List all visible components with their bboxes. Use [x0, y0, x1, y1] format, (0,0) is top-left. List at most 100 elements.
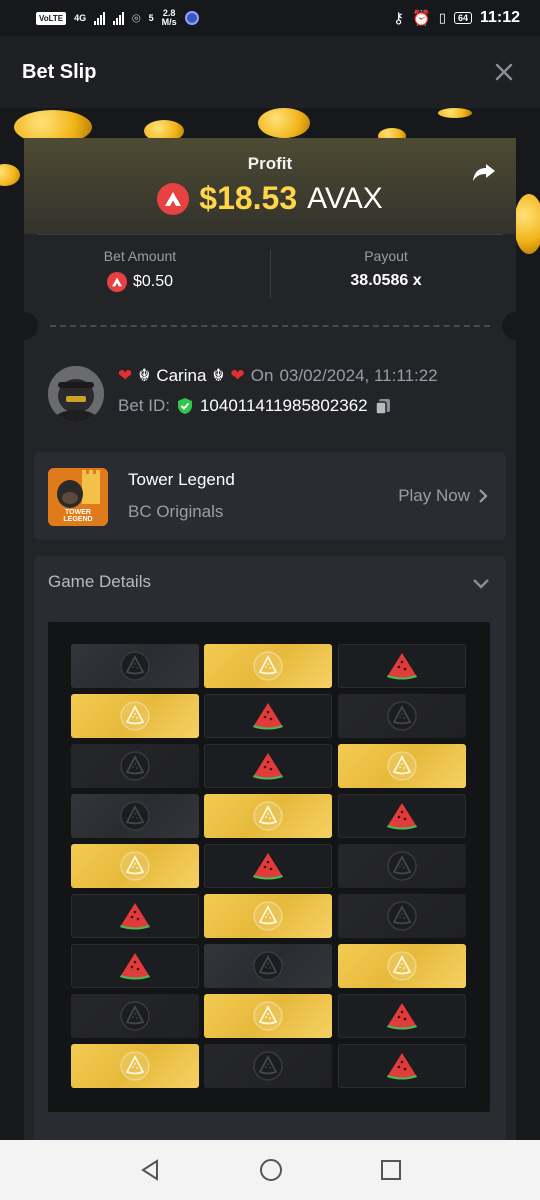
melon-slice-icon: [120, 1051, 150, 1081]
payout-label: Payout: [364, 248, 408, 264]
vibrate-icon: ▯: [438, 10, 446, 25]
melon-slice-icon: [387, 701, 417, 731]
board-tile-melon: [338, 794, 466, 838]
melon-slice-icon: [253, 901, 283, 931]
game-thumb-text: TOWER LEGEND: [63, 509, 93, 523]
network-type: 4G: [74, 12, 87, 23]
game-card[interactable]: TOWER LEGEND Tower Legend BC Originals P…: [34, 452, 506, 540]
share-icon[interactable]: [470, 158, 498, 186]
board-tile-melon: [338, 1044, 466, 1088]
game-board: [48, 622, 490, 1112]
board-tile-dim2: [204, 1044, 332, 1088]
melon-slice-icon: [387, 901, 417, 931]
play-now-button[interactable]: Play Now: [398, 486, 488, 506]
melon-slice-icon: [120, 801, 150, 831]
username[interactable]: Carina: [156, 366, 206, 386]
chevron-right-icon: [479, 489, 488, 503]
divider: [38, 234, 502, 235]
coin-decoration: [514, 194, 540, 254]
bet-ticket: Profit $18.53 AVAX Bet Amount $0.50 Payo…: [10, 138, 530, 1140]
profit-currency: AVAX: [307, 181, 383, 215]
system-nav-bar: [0, 1140, 540, 1200]
heart-icon: ❤: [230, 366, 245, 385]
melon-slice-icon: [120, 851, 150, 881]
recents-icon[interactable]: [380, 1159, 402, 1181]
board-tile-dim2: [71, 994, 199, 1038]
board-tile-dim2: [338, 894, 466, 938]
board-tile-dim: [71, 794, 199, 838]
bet-slip-body: Profit $18.53 AVAX Bet Amount $0.50 Payo…: [0, 108, 540, 1140]
game-details-title[interactable]: Game Details: [48, 572, 151, 592]
watermelon-icon: [387, 803, 417, 830]
board-tile-gold: [204, 894, 332, 938]
chevron-down-icon[interactable]: [472, 574, 490, 592]
melon-slice-icon: [387, 751, 417, 781]
game-details-section: Game Details: [34, 556, 506, 1140]
bet-id-label: Bet ID:: [118, 396, 170, 415]
melon-slice-icon: [253, 801, 283, 831]
payout-block: Payout 38.0586 x: [270, 248, 502, 290]
ticket-notch-right: [502, 312, 530, 340]
watermelon-icon: [253, 753, 283, 780]
avax-icon: [157, 182, 190, 215]
watermelon-icon: [120, 953, 150, 980]
board-tile-melon: [204, 694, 332, 738]
play-now-label: Play Now: [398, 486, 470, 505]
coin-decoration: [438, 108, 472, 118]
close-button[interactable]: [490, 58, 518, 86]
board-tile-dim2: [338, 844, 466, 888]
signal-icon: [94, 11, 106, 25]
verified-shield-icon: [177, 398, 192, 414]
clock: 11:12: [479, 9, 520, 26]
board-tile-dim: [71, 644, 199, 688]
board-tile-gold: [71, 694, 199, 738]
emblem-icon: ☬: [212, 366, 225, 385]
volte-badge: VoLTE: [36, 11, 67, 25]
bet-date: 03/02/2024, 11:11:22: [279, 366, 438, 385]
board-tile-melon: [71, 944, 199, 988]
watermelon-icon: [253, 853, 283, 880]
avatar[interactable]: [48, 366, 104, 422]
bet-amount-block: Bet Amount $0.50: [24, 248, 256, 292]
melon-slice-icon: [253, 1001, 283, 1031]
date-prefix: On: [250, 366, 274, 385]
back-icon[interactable]: [138, 1158, 162, 1182]
copy-icon[interactable]: [374, 397, 392, 415]
signal-icon-2: [113, 11, 125, 25]
user-row: ❤ ☬ Carina ☬ ❤ On 03/02/2024, 11:11:22 B…: [48, 366, 488, 426]
watermelon-icon: [387, 653, 417, 680]
battery-icon: 64: [453, 12, 472, 24]
board-tile-gold: [204, 644, 332, 688]
board-tile-melon: [204, 744, 332, 788]
watermelon-icon: [253, 703, 283, 730]
melon-slice-icon: [253, 951, 283, 981]
watermelon-icon: [120, 903, 150, 930]
bet-amount-value: $0.50: [132, 273, 174, 290]
bet-slip-header: Bet Slip: [0, 36, 540, 108]
board-tile-gold: [204, 794, 332, 838]
melon-slice-icon: [120, 651, 150, 681]
board-tile-dim: [204, 944, 332, 988]
payout-value: 38.0586 x: [350, 272, 422, 289]
profit-label: Profit: [247, 154, 293, 173]
board-tile-melon: [338, 994, 466, 1038]
profit-panel: Profit $18.53 AVAX: [24, 138, 516, 234]
ticket-notch-left: [10, 312, 38, 340]
board-tile-melon: [204, 844, 332, 888]
melon-slice-icon: [120, 751, 150, 781]
net-speed: 2.8 M/s: [161, 8, 177, 27]
status-bar: VoLTE 4G ⌾ 5 2.8 M/s ⚷ ⏰ ▯ 64 11:12: [0, 0, 540, 36]
emblem-icon: ☬: [138, 366, 151, 385]
melon-slice-icon: [120, 701, 150, 731]
board-tile-dim2: [71, 744, 199, 788]
alarm-icon: ⏰: [412, 10, 431, 27]
home-icon[interactable]: [258, 1157, 284, 1183]
game-provider: BC Originals: [128, 502, 224, 521]
avax-icon: [106, 272, 127, 292]
heart-icon: ❤: [118, 366, 133, 385]
watermelon-icon: [387, 1003, 417, 1030]
coin-decoration: [258, 108, 310, 138]
board-tile-melon: [338, 644, 466, 688]
bet-amount-label: Bet Amount: [103, 248, 177, 264]
close-icon: [495, 63, 513, 81]
